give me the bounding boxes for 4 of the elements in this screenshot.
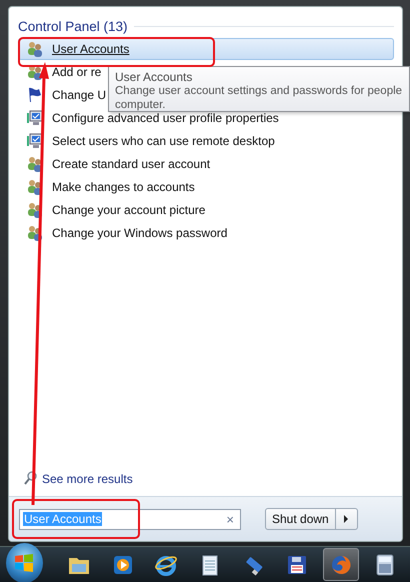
group-heading: Control Panel (13)	[18, 19, 128, 34]
tooltip-text: computer.	[115, 98, 166, 112]
tooltip-title: User Accounts	[115, 70, 194, 84]
tooltip-text: Change user account settings and passwords for people	[115, 84, 403, 98]
